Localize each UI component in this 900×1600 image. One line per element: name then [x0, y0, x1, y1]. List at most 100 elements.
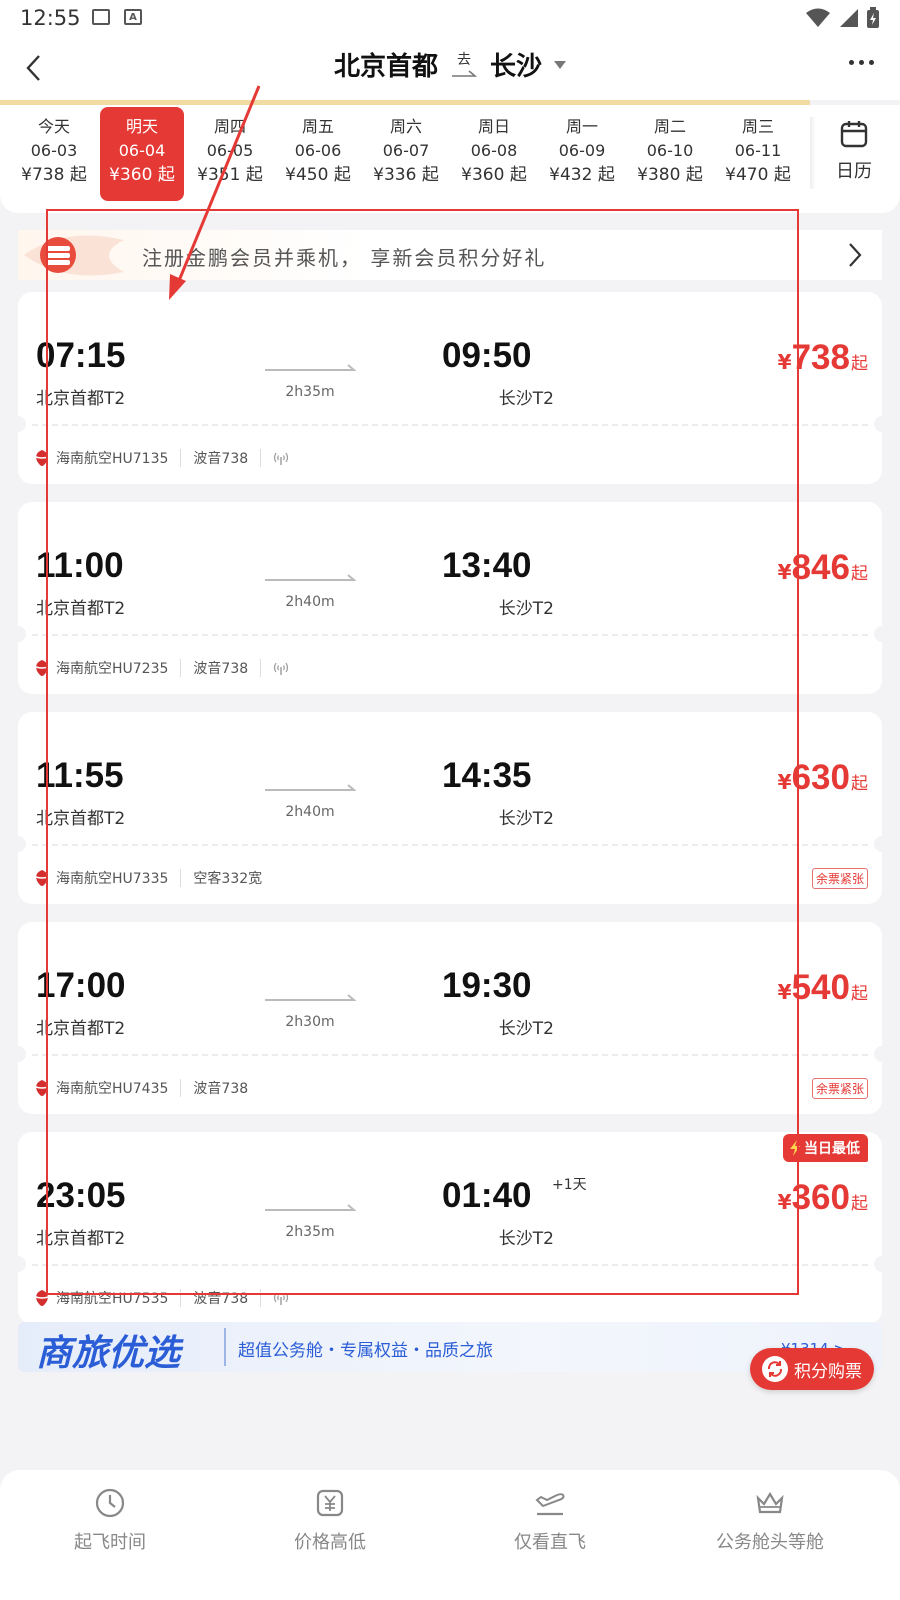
- biz-title: 商旅优选: [36, 1333, 181, 1374]
- flight-arrow-icon: [265, 574, 356, 581]
- battery-icon: [867, 7, 879, 28]
- arrival-time: 14:35: [442, 756, 532, 795]
- coins-icon: [24, 235, 124, 276]
- membership-promo-banner[interactable]: 注册金鹏会员并乘机， 享新会员积分好礼: [18, 230, 882, 280]
- aircraft-type: 波音738: [193, 451, 249, 467]
- date-day: 06-05: [206, 141, 254, 160]
- arrival-airport: 长沙T2: [498, 1019, 554, 1039]
- wifi-signal-icon: [806, 8, 830, 27]
- hainan-airlines-logo-icon: [35, 1290, 49, 1306]
- route-selector[interactable]: 北京首都 去 长沙: [0, 46, 900, 83]
- date-price: ¥380 起: [637, 165, 703, 185]
- wifi-icon: [274, 452, 289, 465]
- currency-symbol: ¥: [777, 1190, 792, 1214]
- filter-bar: 起飞时间 价格高低 仅看直飞 公务舱头等舱: [0, 1470, 900, 1600]
- date-tab[interactable]: 周三 06-11 ¥470 起: [716, 107, 800, 201]
- hainan-airlines-logo-icon: [35, 1080, 49, 1096]
- more-options-button[interactable]: [849, 60, 874, 65]
- flight-arrow-icon: [265, 364, 356, 371]
- price: ¥846 起: [778, 548, 868, 588]
- calendar-button[interactable]: 日历: [824, 119, 884, 183]
- status-bar: 12:55 A: [0, 0, 900, 36]
- airline-flight-number: 海南航空HU7135: [56, 451, 169, 467]
- chevron-down-icon: [554, 60, 567, 69]
- filter-label: 价格高低: [294, 1532, 366, 1553]
- card-divider: [32, 1054, 868, 1056]
- date-day: 06-04: [118, 141, 166, 160]
- arrival-time: 13:40: [442, 546, 532, 585]
- filter-departure-time[interactable]: 起飞时间: [30, 1486, 190, 1554]
- flight-arrow-icon: [265, 784, 356, 791]
- low-seats-badge: 余票紧张: [811, 1078, 868, 1099]
- price-value: 846: [791, 548, 850, 587]
- arrival-time: 09:50: [442, 336, 532, 375]
- departure-time: 17:00: [36, 966, 126, 1005]
- flight-duration: 2h40m: [285, 804, 335, 820]
- points-purchase-label: 积分购票: [794, 1361, 862, 1382]
- price-suffix: 起: [851, 984, 868, 1004]
- price-value: 540: [791, 968, 850, 1007]
- filter-price[interactable]: 价格高低: [250, 1486, 410, 1554]
- date-tab[interactable]: 周日 06-08 ¥360 起: [452, 107, 536, 201]
- cell-signal-icon: [840, 9, 858, 27]
- hainan-airlines-logo-icon: [35, 660, 49, 676]
- calendar-divider: [810, 117, 816, 189]
- flight-card[interactable]: 11:00 北京首都T2 2h40m 13:40 长沙T2 ¥846 起 海南航空…: [10, 502, 890, 694]
- date-tab[interactable]: 周五 06-06 ¥450 起: [276, 107, 360, 201]
- chevron-right-icon: [849, 243, 862, 267]
- next-day-indicator: +1天: [552, 1177, 587, 1193]
- price-value: 738: [791, 338, 850, 377]
- price-suffix: 起: [851, 774, 868, 794]
- more-dot-icon: [849, 60, 854, 65]
- status-time: 12:55: [20, 6, 81, 30]
- price-value: 360: [791, 1178, 850, 1217]
- flight-card[interactable]: 07:15 北京首都T2 2h35m 09:50 长沙T2 ¥738 起 海南航空…: [10, 292, 890, 484]
- low-seats-badge: 余票紧张: [811, 868, 868, 889]
- aircraft-type: 波音738: [193, 1291, 249, 1307]
- flight-card[interactable]: 17:00 北京首都T2 2h30m 19:30 长沙T2 ¥540 起 海南航空…: [10, 922, 890, 1114]
- date-price: ¥351 起: [197, 165, 263, 185]
- flight-duration: 2h35m: [285, 384, 335, 400]
- date-day: 06-08: [470, 141, 518, 160]
- date-weekday: 周六: [389, 117, 422, 136]
- hainan-airlines-logo-icon: [35, 870, 49, 886]
- clock-icon: [95, 1488, 125, 1518]
- departure-time: 07:15: [36, 336, 126, 375]
- currency-symbol: ¥: [777, 350, 792, 374]
- date-tab[interactable]: 周四 06-05 ¥351 起: [188, 107, 272, 201]
- flight-card[interactable]: 当日最低 23:05 北京首都T2 2h35m 01:40 +1天 长沙T2 ¥…: [10, 1132, 890, 1324]
- departure-airport: 北京首都T2: [36, 1019, 126, 1039]
- card-divider: [32, 634, 868, 636]
- date-tab[interactable]: 周二 06-10 ¥380 起: [628, 107, 712, 201]
- departure-airport: 北京首都T2: [36, 599, 126, 619]
- flight-card[interactable]: 11:55 北京首都T2 2h40m 14:35 长沙T2 ¥630 起 海南航空…: [10, 712, 890, 904]
- wifi-icon: [274, 1292, 289, 1305]
- date-tab-selected[interactable]: 明天 06-04 ¥360 起: [100, 107, 184, 201]
- date-day: 06-11: [734, 141, 782, 160]
- direction-label: 去: [457, 51, 471, 68]
- date-day: 06-06: [294, 141, 342, 160]
- aircraft-type: 空客332宽: [193, 871, 263, 887]
- date-tab[interactable]: 今天 06-03 ¥738 起: [12, 107, 96, 201]
- to-city: 长沙: [490, 52, 543, 82]
- date-price: ¥470 起: [725, 165, 791, 185]
- filter-premium-cabin[interactable]: 公务舱头等舱: [690, 1486, 850, 1554]
- date-price: ¥336 起: [373, 165, 439, 185]
- date-weekday: 周三: [741, 117, 774, 136]
- points-purchase-button[interactable]: 积分购票: [750, 1348, 874, 1390]
- flight-duration: 2h40m: [285, 594, 335, 610]
- date-day: 06-07: [382, 141, 430, 160]
- flight-duration: 2h30m: [285, 1014, 335, 1030]
- price-icon: [316, 1489, 344, 1517]
- filter-label: 起飞时间: [74, 1532, 146, 1553]
- date-tab[interactable]: 周六 06-07 ¥336 起: [364, 107, 448, 201]
- gallery-icon: [92, 9, 110, 25]
- price-suffix: 起: [851, 1194, 868, 1214]
- filter-direct-only[interactable]: 仅看直飞: [470, 1486, 630, 1554]
- calendar-icon: [840, 121, 868, 148]
- date-tab[interactable]: 周一 06-09 ¥432 起: [540, 107, 624, 201]
- more-dot-icon: [869, 60, 874, 65]
- price: ¥360 起: [778, 1178, 868, 1218]
- direction-arrow-icon: [452, 69, 477, 77]
- filter-label: 公务舱头等舱: [716, 1532, 824, 1553]
